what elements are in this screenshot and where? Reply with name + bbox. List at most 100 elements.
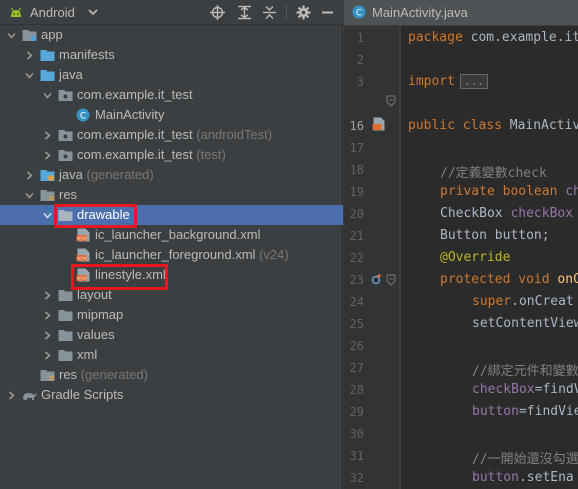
tree-item-app[interactable]: app xyxy=(0,25,343,45)
package-icon xyxy=(58,90,73,101)
code-line-24: super.onCreat xyxy=(472,294,574,309)
line-number: 19 xyxy=(349,185,364,199)
tree-item-label: ic_launcher_background.xml xyxy=(95,227,261,242)
folder-icon xyxy=(58,290,73,301)
line-number: 31 xyxy=(349,449,364,463)
java-class-icon: C xyxy=(352,5,366,19)
chevron-right-icon[interactable] xyxy=(7,391,16,400)
line-number: 29 xyxy=(349,405,364,419)
chevron-right-icon[interactable] xyxy=(25,171,34,180)
tree-item-label: com.example.it_test (test) xyxy=(77,147,226,162)
folder-icon xyxy=(58,310,73,321)
tree-item-label: res xyxy=(59,187,78,202)
folder-qualifier: (generated) xyxy=(80,367,148,382)
folded-imports[interactable]: ... xyxy=(460,74,488,89)
collapse-all-icon[interactable] xyxy=(262,5,277,20)
code-line-31: //一開始還沒勾選 xyxy=(472,448,578,467)
code-token: public class xyxy=(408,118,502,133)
line-number: 28 xyxy=(349,383,364,397)
override-marker-icon[interactable] xyxy=(371,273,383,285)
code-token: private boolean xyxy=(440,184,558,199)
line-number-gutter: 1 2 3 16 17 18 19 20 21 22 23 24 25 26 2… xyxy=(344,26,400,489)
folder-name: java xyxy=(59,167,83,182)
chevron-right-icon[interactable] xyxy=(43,131,52,140)
tree-item-linestyle[interactable]: </> linestyle.xml xyxy=(0,265,343,285)
line-number: 3 xyxy=(356,75,364,89)
line-number: 32 xyxy=(349,471,364,485)
code-token: button xyxy=(472,404,519,419)
code-line-20: CheckBox checkBox xyxy=(440,206,573,221)
chevron-down-icon[interactable] xyxy=(25,191,34,200)
chevron-right-icon[interactable] xyxy=(43,291,52,300)
tree-item-mipmap[interactable]: mipmap xyxy=(0,305,343,325)
code-token: Button button; xyxy=(440,228,550,243)
editor-tab-bar: C MainActivity.java xyxy=(344,0,578,25)
svg-text:</>: </> xyxy=(76,236,86,242)
chevron-down-icon[interactable] xyxy=(7,31,16,40)
package-icon xyxy=(58,150,73,161)
code-line-16: public class MainActivi xyxy=(408,118,578,133)
tree-item-res[interactable]: res xyxy=(0,185,343,205)
tree-item-gradle-scripts[interactable]: Gradle Scripts xyxy=(0,385,343,405)
code-token: =findVie xyxy=(518,404,578,419)
tree-item-package-test[interactable]: com.example.it_test (test) xyxy=(0,145,343,165)
line-number: 1 xyxy=(356,31,364,45)
tree-item-java[interactable]: java xyxy=(0,65,343,85)
code-token: checkBox xyxy=(472,382,535,397)
tree-item-ic-launcher-foreground[interactable]: </> ic_launcher_foreground.xml (v24) xyxy=(0,245,343,265)
tree-item-ic-launcher-background[interactable]: </> ic_launcher_background.xml xyxy=(0,225,343,245)
fold-icon[interactable] xyxy=(386,274,396,286)
gear-icon[interactable] xyxy=(296,5,311,20)
xml-file-icon[interactable] xyxy=(372,117,386,131)
tree-item-main-activity[interactable]: C MainActivity xyxy=(0,105,343,125)
project-toolbar: Android xyxy=(0,0,343,25)
line-number: 26 xyxy=(349,339,364,353)
tree-item-layout[interactable]: layout xyxy=(0,285,343,305)
java-class-icon: C xyxy=(76,108,90,122)
package-name: com.example.it_test xyxy=(77,147,193,162)
package-icon xyxy=(58,130,73,141)
line-number: 2 xyxy=(356,53,364,67)
tree-item-package-android-test[interactable]: com.example.it_test (androidTest) xyxy=(0,125,343,145)
code-editor[interactable]: package com.example.it import ... public… xyxy=(401,26,578,489)
folder-icon xyxy=(58,350,73,361)
chevron-right-icon[interactable] xyxy=(43,331,52,340)
chevron-down-icon[interactable] xyxy=(43,211,52,220)
fold-icon[interactable] xyxy=(386,95,396,107)
crosshair-icon[interactable] xyxy=(210,5,225,20)
tab-main-activity[interactable]: C MainActivity.java xyxy=(344,0,578,25)
tree-item-drawable[interactable]: drawable xyxy=(0,205,343,225)
chevron-right-icon[interactable] xyxy=(25,51,34,60)
chevron-down-icon[interactable] xyxy=(43,91,52,100)
tree-item-label: com.example.it_test (androidTest) xyxy=(77,127,272,142)
project-view-selector[interactable]: Android xyxy=(30,5,75,20)
xml-file-icon: </> xyxy=(76,248,90,262)
chevron-down-icon[interactable] xyxy=(25,71,34,80)
tree-item-xml[interactable]: xml xyxy=(0,345,343,365)
chevron-right-icon[interactable] xyxy=(43,151,52,160)
chevron-right-icon[interactable] xyxy=(43,311,52,320)
line-number: 16 xyxy=(349,119,364,133)
tree-item-values[interactable]: values xyxy=(0,325,343,345)
tree-item-label: com.example.it_test xyxy=(77,87,193,102)
code-token: checkBox xyxy=(502,206,574,221)
tree-item-manifests[interactable]: manifests xyxy=(0,45,343,65)
resource-folder-icon xyxy=(40,190,55,201)
expand-all-icon[interactable] xyxy=(237,5,252,20)
package-qualifier: (test) xyxy=(196,147,226,162)
code-annotation: @Override xyxy=(440,250,511,265)
code-token: onC xyxy=(549,272,578,287)
chevron-down-icon[interactable] xyxy=(88,8,98,16)
tree-item-java-generated[interactable]: java (generated) xyxy=(0,165,343,185)
tree-item-package-main[interactable]: com.example.it_test xyxy=(0,85,343,105)
tree-item-label: values xyxy=(77,327,115,342)
line-number: 21 xyxy=(349,229,364,243)
gradle-elephant-icon xyxy=(23,392,37,400)
tree-item-res-generated[interactable]: res (generated) xyxy=(0,365,343,385)
tree-item-label: ic_launcher_foreground.xml (v24) xyxy=(95,247,289,262)
code-token: package xyxy=(408,30,463,45)
chevron-right-icon[interactable] xyxy=(43,351,52,360)
file-qualifier: (v24) xyxy=(259,247,289,262)
hide-icon[interactable] xyxy=(320,5,335,20)
code-comment: //定義變數check xyxy=(440,166,547,181)
